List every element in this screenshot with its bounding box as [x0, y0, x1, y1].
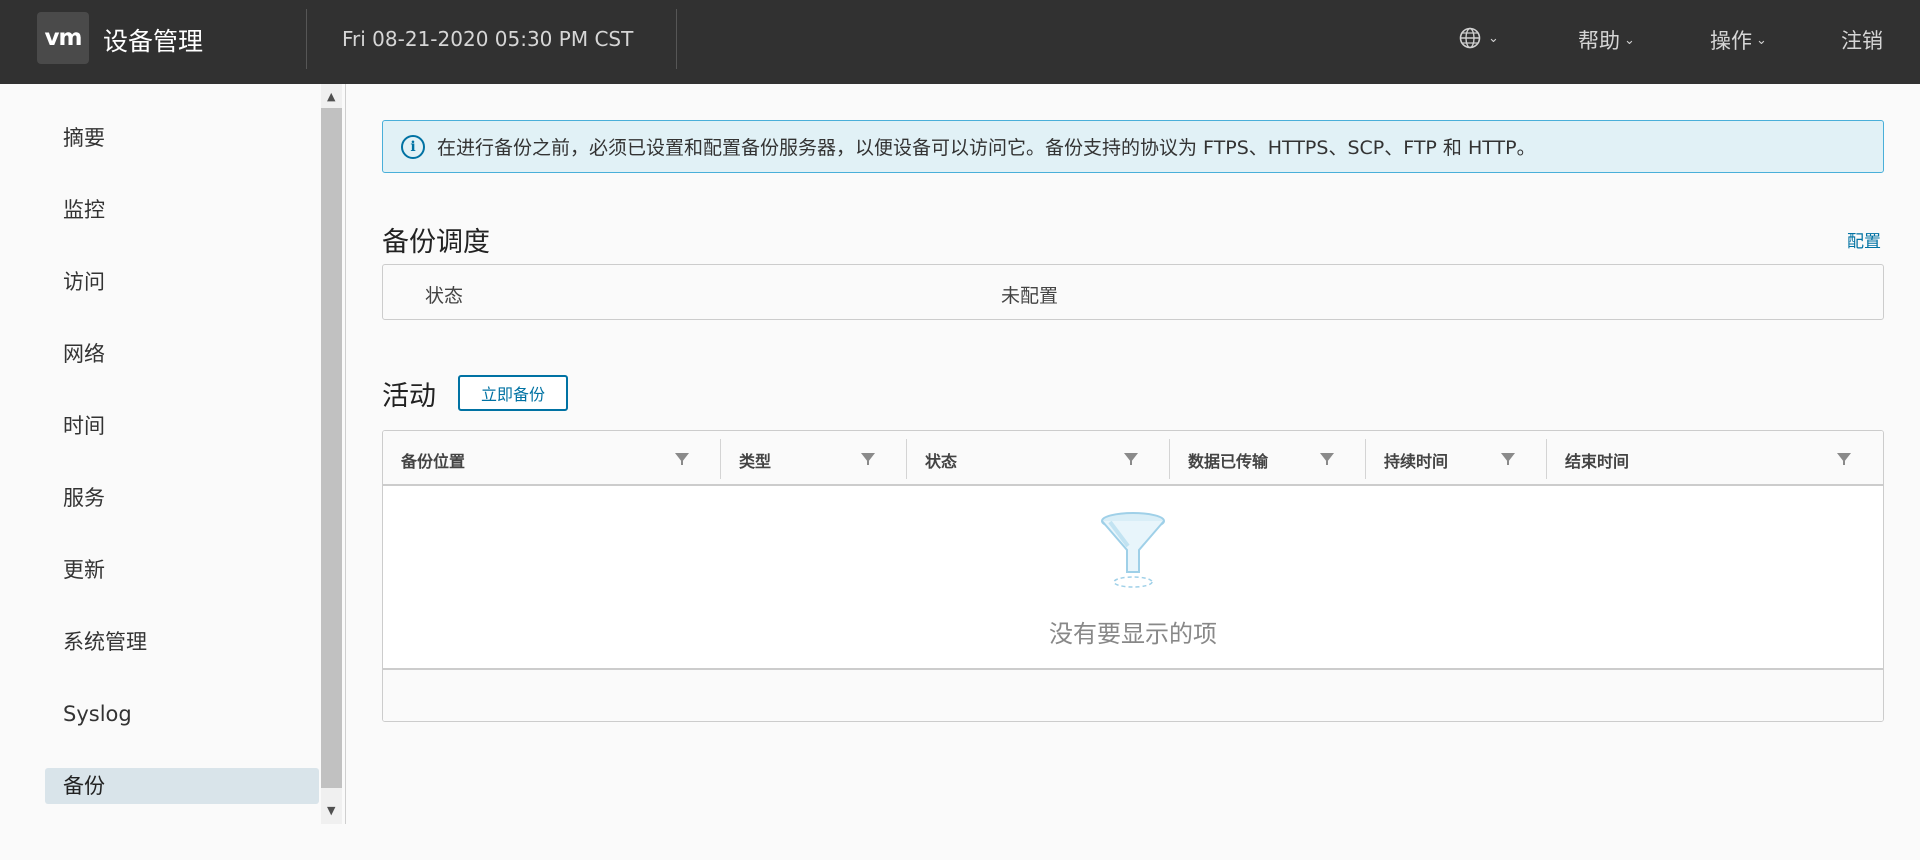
column-duration[interactable]: 持续时间	[1366, 431, 1547, 484]
column-label: 结束时间	[1565, 452, 1630, 471]
empty-state-text: 没有要显示的项	[1049, 620, 1217, 648]
info-icon: i	[401, 134, 425, 159]
filter-icon[interactable]	[1124, 453, 1138, 465]
datagrid-empty-placeholder: 没有要显示的项	[383, 486, 1883, 668]
backup-schedule-card: 状态 未配置	[382, 264, 1884, 320]
column-end-time[interactable]: 结束时间	[1547, 431, 1883, 484]
column-label: 状态	[925, 452, 958, 471]
nav-logout-label: 注销	[1841, 29, 1883, 53]
sidebar-item-backup[interactable]: 备份	[45, 768, 319, 804]
filter-icon[interactable]	[675, 453, 689, 465]
scrollbar-thumb[interactable]	[321, 108, 342, 788]
sidebar-item-update[interactable]: 更新	[45, 552, 319, 588]
top-header: vm 设备管理 Fri 08-21-2020 05:30 PM CST ⌄ 帮助…	[0, 0, 1920, 84]
sidebar-item-administration[interactable]: 系统管理	[45, 624, 319, 660]
column-data-transferred[interactable]: 数据已传输	[1170, 431, 1366, 484]
filter-icon[interactable]	[1837, 453, 1851, 465]
sidebar-item-services[interactable]: 服务	[45, 480, 319, 516]
datagrid-footer	[383, 668, 1883, 721]
empty-filter-funnel-icon	[1101, 512, 1165, 588]
column-label: 备份位置	[401, 452, 466, 471]
backup-schedule-title: 备份调度	[382, 227, 490, 258]
nav-actions[interactable]: 操作 ⌄	[1710, 25, 1767, 55]
chevron-down-icon: ⌄	[1756, 32, 1767, 48]
header-divider	[306, 9, 307, 69]
chevron-down-icon: ⌄	[1624, 32, 1635, 48]
nav-actions-label: 操作	[1710, 29, 1752, 53]
column-status[interactable]: 状态	[907, 431, 1170, 484]
globe-icon	[1459, 27, 1481, 49]
backup-now-button[interactable]: 立即备份	[458, 375, 568, 411]
sidebar-item-time[interactable]: 时间	[45, 408, 319, 444]
filter-icon[interactable]	[1501, 453, 1515, 465]
sidebar-item-summary[interactable]: 摘要	[45, 120, 319, 156]
column-label: 持续时间	[1384, 452, 1449, 471]
vmware-logo: vm	[37, 12, 89, 64]
sidebar-item-monitor[interactable]: 监控	[45, 192, 319, 228]
sidebar-item-access[interactable]: 访问	[45, 264, 319, 300]
chevron-down-icon: ⌄	[1488, 30, 1499, 46]
column-label: 数据已传输	[1188, 452, 1269, 471]
configure-link[interactable]: 配置	[1847, 227, 1881, 252]
filter-icon[interactable]	[861, 453, 875, 465]
scroll-down-arrow-icon[interactable]: ▼	[327, 804, 335, 817]
status-value: 未配置	[1001, 285, 1059, 307]
scroll-up-arrow-icon[interactable]: ▲	[327, 90, 335, 103]
nav-help[interactable]: 帮助 ⌄	[1578, 25, 1635, 55]
nav-logout[interactable]: 注销	[1841, 25, 1883, 55]
column-label: 类型	[739, 452, 772, 471]
column-backup-location[interactable]: 备份位置	[383, 431, 721, 484]
status-label: 状态	[425, 285, 464, 307]
sidebar-item-networking[interactable]: 网络	[45, 336, 319, 372]
nav-help-label: 帮助	[1578, 29, 1620, 53]
alert-text: 在进行备份之前，必须已设置和配置备份服务器，以便设备可以访问它。备份支持的协议为…	[437, 137, 1536, 159]
sidebar-item-syslog[interactable]: Syslog	[45, 696, 319, 732]
header-divider	[676, 9, 677, 69]
activity-datagrid: 备份位置 类型 状态 数据已传输 持续时间 结束时间 没有要显示的项	[382, 430, 1884, 722]
sidebar-scrollbar[interactable]: ▲ ▼	[321, 84, 342, 824]
activity-title: 活动	[382, 381, 436, 412]
column-type[interactable]: 类型	[721, 431, 907, 484]
datagrid-header: 备份位置 类型 状态 数据已传输 持续时间 结束时间	[383, 431, 1883, 486]
header-datetime: Fri 08-21-2020 05:30 PM CST	[342, 27, 634, 51]
sidebar: 摘要 监控 访问 网络 时间 服务 更新 系统管理 Syslog 备份 ▲ ▼	[0, 84, 346, 824]
filter-icon[interactable]	[1320, 453, 1334, 465]
app-title: 设备管理	[103, 27, 204, 56]
info-alert: i 在进行备份之前，必须已设置和配置备份服务器，以便设备可以访问它。备份支持的协…	[382, 120, 1884, 173]
language-menu[interactable]: ⌄	[1458, 26, 1499, 50]
